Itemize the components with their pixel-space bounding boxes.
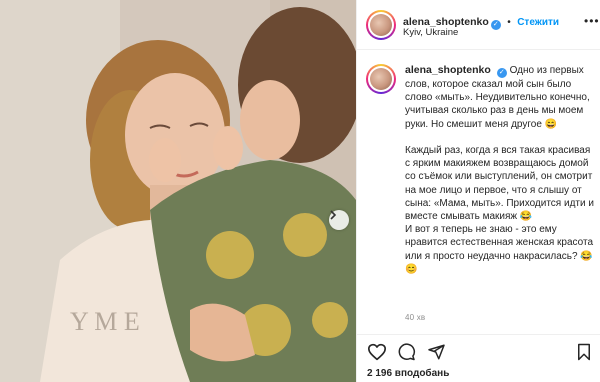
share-icon[interactable] <box>427 343 446 361</box>
avatar[interactable] <box>366 10 396 40</box>
photo-illustration: Y M E <box>0 0 356 382</box>
follow-button[interactable]: Стежити <box>517 17 559 28</box>
caption-avatar[interactable] <box>366 64 396 94</box>
post-caption: alena_shoptenko ✓ Одно из первых слов, ко… <box>405 64 595 276</box>
verified-badge-icon: ✓ <box>496 68 507 78</box>
more-options-icon[interactable]: ••• <box>584 14 600 28</box>
likes-count[interactable]: 2 196 вподобань <box>367 368 449 379</box>
caption-text: Одно из первых слов, которое сказал мой … <box>405 65 594 275</box>
separator-dot: • <box>507 17 511 28</box>
verified-badge-icon: ✓ <box>490 20 501 30</box>
heart-icon[interactable] <box>367 343 387 361</box>
post-actions: 2 196 вподобань <box>357 334 600 382</box>
post-photo[interactable]: Y M E <box>0 0 356 382</box>
bookmark-icon[interactable] <box>576 343 592 361</box>
post-time-ago[interactable]: 40 хв <box>405 313 425 322</box>
comment-icon[interactable] <box>397 343 416 361</box>
caption-author-username[interactable]: alena_shoptenko <box>405 64 491 76</box>
post-side-panel: alena_shoptenko ✓ • Стежити Kyiv, Ukraine… <box>356 0 600 382</box>
post-header: alena_shoptenko ✓ • Стежити Kyiv, Ukraine… <box>357 0 600 50</box>
post-location[interactable]: Kyiv, Ukraine <box>403 27 458 38</box>
chevron-right-icon[interactable] <box>329 210 349 230</box>
svg-text:Y M E: Y M E <box>70 307 140 336</box>
